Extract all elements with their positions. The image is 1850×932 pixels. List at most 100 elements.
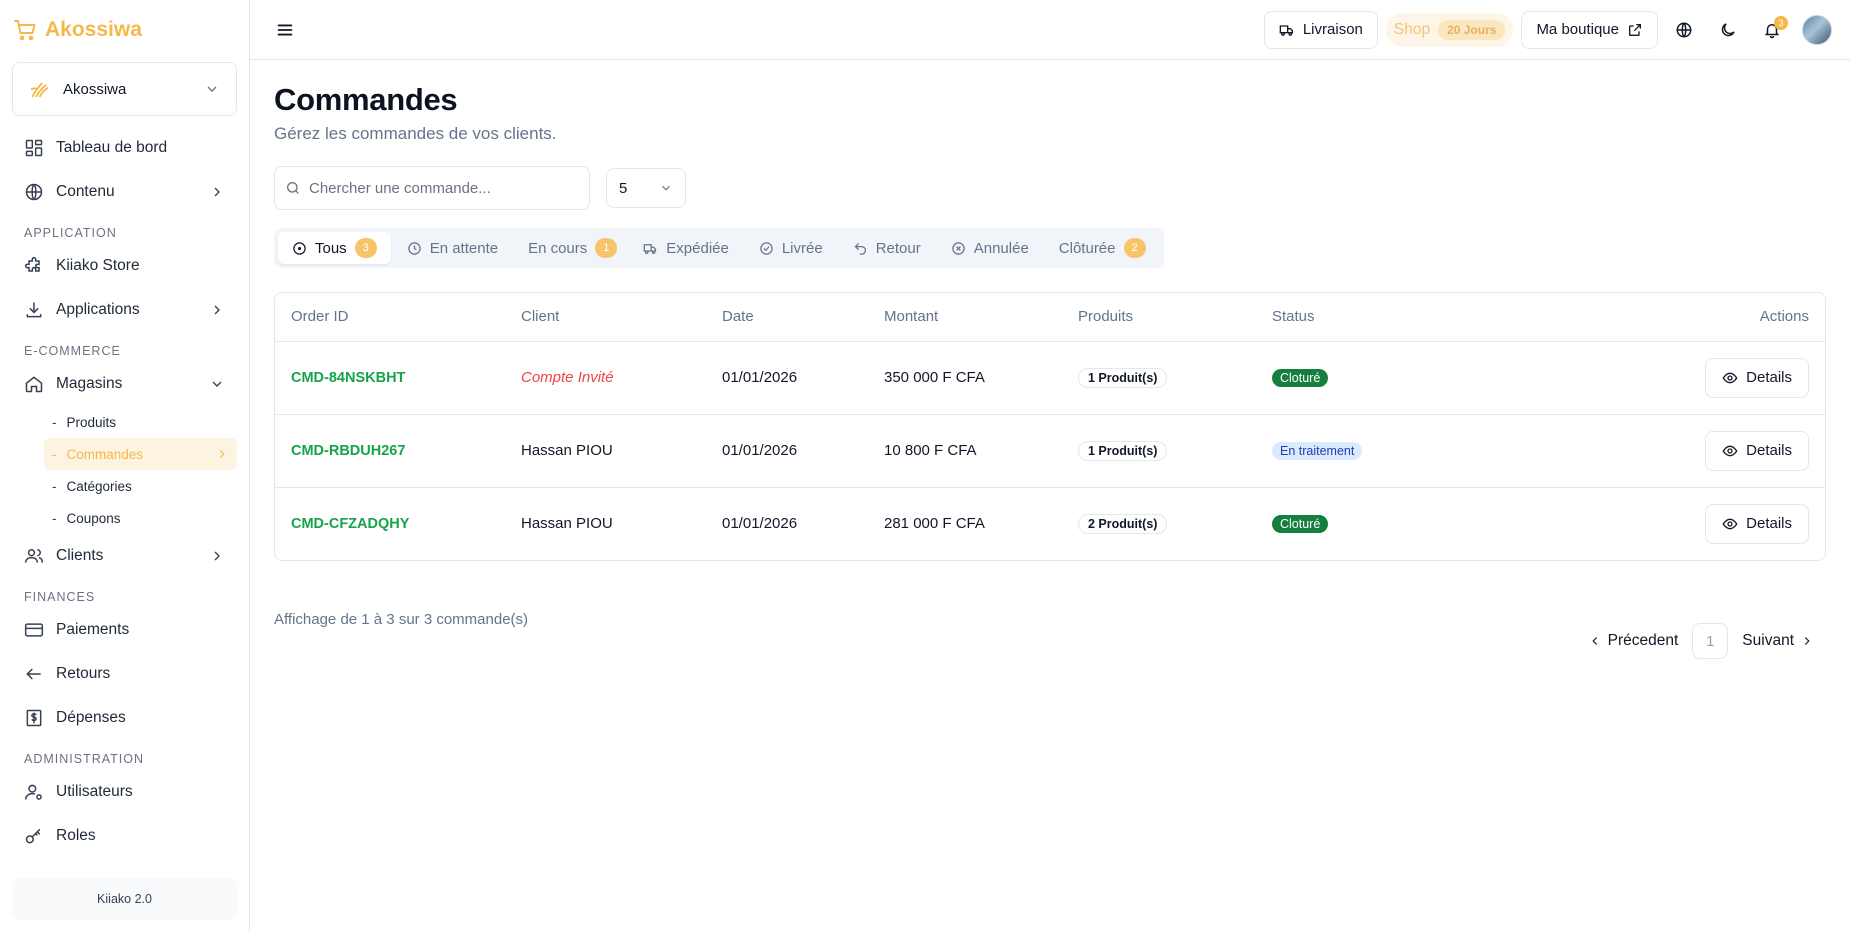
livraison-button[interactable]: Livraison <box>1263 10 1378 49</box>
check-circle-icon <box>760 241 773 255</box>
shop-trial-badge[interactable]: Shop 20 Jours <box>1385 12 1514 47</box>
tab-cloturee[interactable]: Clôturée 2 <box>1045 232 1160 264</box>
sidebar-item-paiements[interactable]: Paiements <box>0 608 249 652</box>
previous-label: Précedent <box>1607 632 1679 649</box>
brand[interactable]: Akossiwa <box>0 0 249 60</box>
menu-icon[interactable] <box>274 19 296 41</box>
orders-table: Order ID Client Date Montant Produits St… <box>274 292 1826 561</box>
order-amount: 281 000 F CFA <box>884 515 985 533</box>
livraison-label: Livraison <box>1302 21 1363 38</box>
table-row[interactable]: CMD-CFZADQHY Hassan PIOU 01/01/2026 281 … <box>275 487 1825 560</box>
details-button[interactable]: Details <box>1705 357 1809 398</box>
showing-count: Affichage de 1 à 3 sur 3 commande(s) <box>274 611 529 628</box>
sidebar-item-depenses[interactable]: Dépenses <box>0 696 249 740</box>
column-header[interactable]: Date <box>706 293 868 342</box>
sidebar-item-label: Magasins <box>56 375 123 392</box>
filters-row: 5 <box>274 166 1826 210</box>
version-label: Kiiako 2.0 <box>12 878 237 920</box>
sidebar-item-utilisateurs[interactable]: Utilisateurs <box>0 770 249 814</box>
tab-tous[interactable]: Tous 3 <box>278 232 391 264</box>
column-header[interactable]: Client <box>505 293 706 342</box>
order-date: 01/01/2026 <box>706 341 868 415</box>
chevron-right-icon <box>219 450 225 458</box>
sidebar-nav: Tableau de bord Contenu APPLICATION Kiia… <box>0 126 249 858</box>
shop-days-badge: 20 Jours <box>1438 19 1506 40</box>
circle-dot-icon <box>293 241 306 255</box>
order-id[interactable]: CMD-CFZADQHY <box>291 516 409 532</box>
table-row[interactable]: CMD-RBDUH267 Hassan PIOU 01/01/2026 10 8… <box>275 414 1825 488</box>
chevron-down-icon <box>207 86 217 92</box>
subitem-label: Coupons <box>66 510 121 526</box>
next-button[interactable]: Suivant <box>1742 632 1814 650</box>
tab-livree[interactable]: Livrée <box>745 232 837 264</box>
sidebar-item-label: Roles <box>56 827 96 844</box>
sidebar-item-kiiako-store[interactable]: Kiiako Store <box>0 244 249 288</box>
external-link-icon <box>1629 23 1641 36</box>
per-page-select[interactable]: 5 <box>606 168 686 208</box>
notifications-button[interactable]: 3 <box>1754 12 1790 48</box>
language-button[interactable] <box>1666 12 1702 48</box>
tab-en-attente[interactable]: En attente <box>393 232 512 264</box>
sidebar-subitem-categories[interactable]: - Catégories <box>44 470 237 502</box>
column-header[interactable]: Montant <box>868 293 1062 342</box>
undo-icon <box>854 242 866 255</box>
section-application: APPLICATION <box>24 226 117 240</box>
dashboard-icon <box>24 138 44 158</box>
x-circle-icon <box>951 241 965 255</box>
avatar[interactable] <box>1802 14 1832 45</box>
tab-en-cours[interactable]: En cours 1 <box>514 232 627 264</box>
client-name: Hassan PIOU <box>521 515 613 533</box>
section-finances: FINANCES <box>24 590 96 604</box>
products-badge: 1 Produit(s) <box>1078 367 1168 388</box>
sidebar-subitem-coupons[interactable]: - Coupons <box>44 502 237 534</box>
page-content: Commandes Gérez les commandes de vos cli… <box>250 60 1850 659</box>
sidebar-subitem-commandes[interactable]: - Commandes <box>44 438 237 470</box>
home-icon <box>24 374 44 394</box>
search-input[interactable] <box>309 179 579 197</box>
store-selector[interactable]: Akossiwa <box>12 62 237 116</box>
sidebar-item-dashboard[interactable]: Tableau de bord <box>0 126 249 170</box>
column-header[interactable]: Produits <box>1062 293 1256 342</box>
tab-retour[interactable]: Retour <box>839 232 935 264</box>
sidebar-item-label: Tableau de bord <box>56 139 168 156</box>
theme-toggle-button[interactable] <box>1710 12 1746 48</box>
order-id[interactable]: CMD-84NSKBHT <box>291 370 405 386</box>
page-number-button[interactable]: 1 <box>1692 623 1729 659</box>
tab-count-badge: 2 <box>1123 238 1146 258</box>
previous-button[interactable]: Précedent <box>1588 632 1679 650</box>
tab-label: Annulée <box>973 239 1029 257</box>
main-area: Livraison Shop 20 Jours Ma boutique 3 Co… <box>250 0 1850 932</box>
sidebar-item-magasins[interactable]: Magasins <box>0 362 249 406</box>
sidebar-item-roles[interactable]: Roles <box>0 814 249 858</box>
sidebar-item-clients[interactable]: Clients <box>0 534 249 578</box>
users-icon <box>24 546 44 566</box>
dollar-icon <box>24 708 44 728</box>
tab-label: Retour <box>875 239 921 257</box>
eye-icon <box>1722 372 1738 383</box>
column-header[interactable]: Order ID <box>275 293 505 342</box>
per-page-value: 5 <box>619 179 628 197</box>
sidebar-item-applications[interactable]: Applications <box>0 288 249 332</box>
sidebar-subitem-produits[interactable]: - Produits <box>44 406 237 438</box>
details-button[interactable]: Details <box>1705 430 1809 471</box>
sidebar-item-label: Kiiako Store <box>56 257 140 274</box>
order-id[interactable]: CMD-RBDUH267 <box>291 443 405 459</box>
table-row[interactable]: CMD-84NSKBHT Compte Invité 01/01/2026 35… <box>275 341 1825 415</box>
ma-boutique-label: Ma boutique <box>1536 21 1619 38</box>
puzzle-icon <box>24 256 44 276</box>
sidebar-item-contenu[interactable]: Contenu <box>0 170 249 214</box>
tab-label: Clôturée <box>1058 239 1116 257</box>
sidebar-item-retours[interactable]: Retours <box>0 652 249 696</box>
tab-expediee[interactable]: Expédiée <box>629 232 743 264</box>
key-icon <box>24 826 44 846</box>
tab-annulee[interactable]: Annulée <box>937 232 1043 264</box>
pagination: Précedent 1 Suivant <box>1588 611 1826 659</box>
column-header[interactable]: Status <box>1256 293 1526 342</box>
chevron-left-icon <box>1592 637 1597 645</box>
download-icon <box>24 300 44 320</box>
column-header: Actions <box>1525 293 1825 342</box>
table-header-row: Order ID Client Date Montant Produits St… <box>275 293 1825 342</box>
details-button[interactable]: Details <box>1705 503 1809 544</box>
ma-boutique-button[interactable]: Ma boutique <box>1521 10 1658 49</box>
tab-label: En attente <box>429 239 499 257</box>
